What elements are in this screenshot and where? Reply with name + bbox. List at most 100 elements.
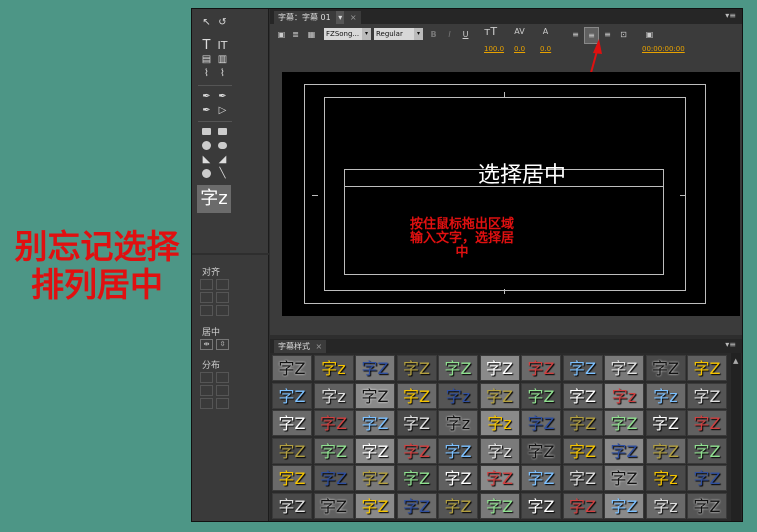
delete-anchor-tool-icon[interactable]: ✒ [216, 91, 229, 102]
style-swatch[interactable]: 字Z [687, 410, 727, 436]
style-swatch[interactable]: 字z [438, 382, 478, 409]
style-swatch[interactable]: 字z [479, 437, 520, 464]
align-top-icon[interactable] [216, 279, 229, 290]
rectangle-tool-icon[interactable] [200, 126, 213, 137]
style-swatch[interactable]: 字Z [272, 355, 312, 381]
distribute-middle-icon[interactable] [216, 385, 229, 396]
style-swatch[interactable]: 字Z [479, 382, 520, 409]
style-swatch[interactable]: 字Z [396, 465, 437, 491]
style-swatch[interactable]: 字Z [521, 410, 561, 436]
style-swatch[interactable]: 字z [645, 465, 686, 491]
style-swatch[interactable]: 字Z [479, 492, 520, 519]
style-swatch[interactable]: 字Z [521, 492, 561, 519]
style-swatch[interactable]: 字z [313, 382, 354, 409]
vertical-area-text-tool-icon[interactable]: ▥ [216, 54, 229, 65]
style-swatch[interactable]: 字Z [521, 355, 561, 381]
style-swatch[interactable]: 字Z [562, 382, 603, 409]
style-swatch[interactable]: 字Z [604, 437, 644, 464]
arc-tool-icon[interactable]: ◢ [216, 154, 229, 165]
style-swatch[interactable]: 字Z [438, 355, 478, 381]
style-swatch[interactable]: 字Z [521, 382, 561, 409]
convert-anchor-tool-icon[interactable]: ▷ [216, 105, 229, 116]
style-swatch[interactable]: 字Z [562, 465, 603, 491]
style-swatch[interactable]: 字z [604, 382, 644, 409]
style-swatch[interactable]: 字Z [355, 492, 395, 519]
style-swatch[interactable]: 字Z [562, 492, 603, 519]
style-swatch[interactable]: 字Z [355, 410, 395, 436]
style-swatch[interactable]: 字Z [604, 355, 644, 381]
wedge-tool-icon[interactable]: ◣ [200, 154, 213, 165]
style-swatch[interactable]: 字Z [687, 465, 727, 491]
style-swatch[interactable]: 字z [645, 382, 686, 409]
rotation-tool-icon[interactable]: ↺ [216, 17, 229, 28]
line-tool-icon[interactable]: ╲ [216, 168, 229, 179]
tab-title-styles[interactable]: 字幕样式 × [274, 340, 327, 353]
center-vertical-icon[interactable]: ⇳ [216, 339, 229, 350]
style-swatch[interactable]: 字Z [396, 410, 437, 436]
ellipse-tool-icon[interactable] [200, 168, 213, 179]
panel-menu-icon[interactable]: ▾≡ [725, 340, 736, 349]
rounded-corner-rectangle-tool-icon[interactable] [200, 140, 213, 151]
align-left-icon[interactable] [200, 279, 213, 290]
style-swatch[interactable]: 字z [479, 410, 520, 436]
add-anchor-tool-icon[interactable]: ✒ [200, 105, 213, 116]
style-swatch[interactable]: 字Z [438, 465, 478, 491]
style-swatch[interactable]: 字Z [562, 355, 603, 381]
selection-tool-icon[interactable]: ↖ [200, 17, 213, 28]
style-swatch[interactable]: 字Z [396, 355, 437, 381]
distribute-right-icon[interactable] [200, 398, 213, 409]
canvas-title-text[interactable]: 选择居中 [462, 163, 582, 189]
style-swatch[interactable]: 字Z [645, 437, 686, 464]
style-swatch[interactable]: 字Z [479, 355, 520, 381]
distribute-left-icon[interactable] [200, 372, 213, 383]
style-swatch[interactable]: 字Z [604, 492, 644, 519]
style-swatch[interactable]: 字Z [562, 437, 603, 464]
style-swatch[interactable]: 字Z [521, 437, 561, 464]
style-swatch[interactable]: 字Z [396, 437, 437, 464]
style-swatch[interactable]: 字Z [438, 437, 478, 464]
style-swatch[interactable]: 字Z [687, 437, 727, 464]
distribute-bottom-icon[interactable] [216, 398, 229, 409]
style-swatch[interactable]: 字Z [272, 437, 312, 464]
style-swatch[interactable]: 字Z [355, 465, 395, 491]
align-bottom-icon[interactable] [216, 305, 229, 316]
style-swatch[interactable]: 字Z [272, 492, 312, 519]
center-horizontal-icon[interactable]: ⇹ [200, 339, 213, 350]
style-swatch[interactable]: 字Z [313, 465, 354, 491]
align-center-h-icon[interactable] [200, 292, 213, 303]
title-canvas[interactable]: 选择居中 按住鼠标拖出区域 输入文字，选择居 中 [282, 72, 740, 316]
style-swatch[interactable]: 字Z [313, 410, 354, 436]
style-swatch[interactable]: 字Z [396, 492, 437, 519]
tab-close-icon[interactable]: × [316, 342, 323, 351]
style-swatch[interactable]: 字z [313, 355, 354, 381]
style-swatch[interactable]: 字Z [479, 465, 520, 491]
style-swatch[interactable]: 字Z [687, 355, 727, 381]
align-center-v-icon[interactable] [216, 292, 229, 303]
align-right-icon[interactable] [200, 305, 213, 316]
area-text-tool-icon[interactable]: ▤ [200, 54, 213, 65]
style-swatch[interactable]: 字Z [313, 492, 354, 519]
style-swatch[interactable]: 字Z [272, 410, 312, 436]
vertical-text-tool-icon[interactable]: IT [216, 40, 229, 51]
text-tool-icon[interactable]: T [200, 39, 213, 52]
style-swatch[interactable]: 字Z [645, 410, 686, 436]
distribute-top-icon[interactable] [216, 372, 229, 383]
clipped-rectangle-tool-icon[interactable] [216, 126, 229, 137]
path-text-tool-icon[interactable]: ⌇ [200, 68, 213, 79]
rounded-rectangle-tool-icon[interactable] [216, 140, 229, 151]
styles-scrollbar[interactable]: ▲ [731, 353, 741, 521]
style-swatch[interactable]: 字Z [396, 382, 437, 409]
vertical-path-text-tool-icon[interactable]: ⌇ [216, 68, 229, 79]
style-swatch[interactable]: 字z [438, 410, 478, 436]
style-swatch[interactable]: 字Z [272, 382, 312, 409]
style-swatch[interactable]: 字Z [604, 410, 644, 436]
style-swatch[interactable]: 字Z [562, 410, 603, 436]
style-swatch[interactable]: 字z [645, 492, 686, 519]
style-swatch[interactable]: 字Z [355, 355, 395, 381]
style-swatch[interactable]: 字Z [313, 437, 354, 464]
style-swatch[interactable]: 字Z [272, 465, 312, 491]
style-swatch[interactable]: 字Z [687, 382, 727, 409]
style-swatch[interactable]: 字Z [355, 382, 395, 409]
style-swatch[interactable]: 字Z [687, 492, 727, 519]
style-swatch[interactable]: 字Z [604, 465, 644, 491]
